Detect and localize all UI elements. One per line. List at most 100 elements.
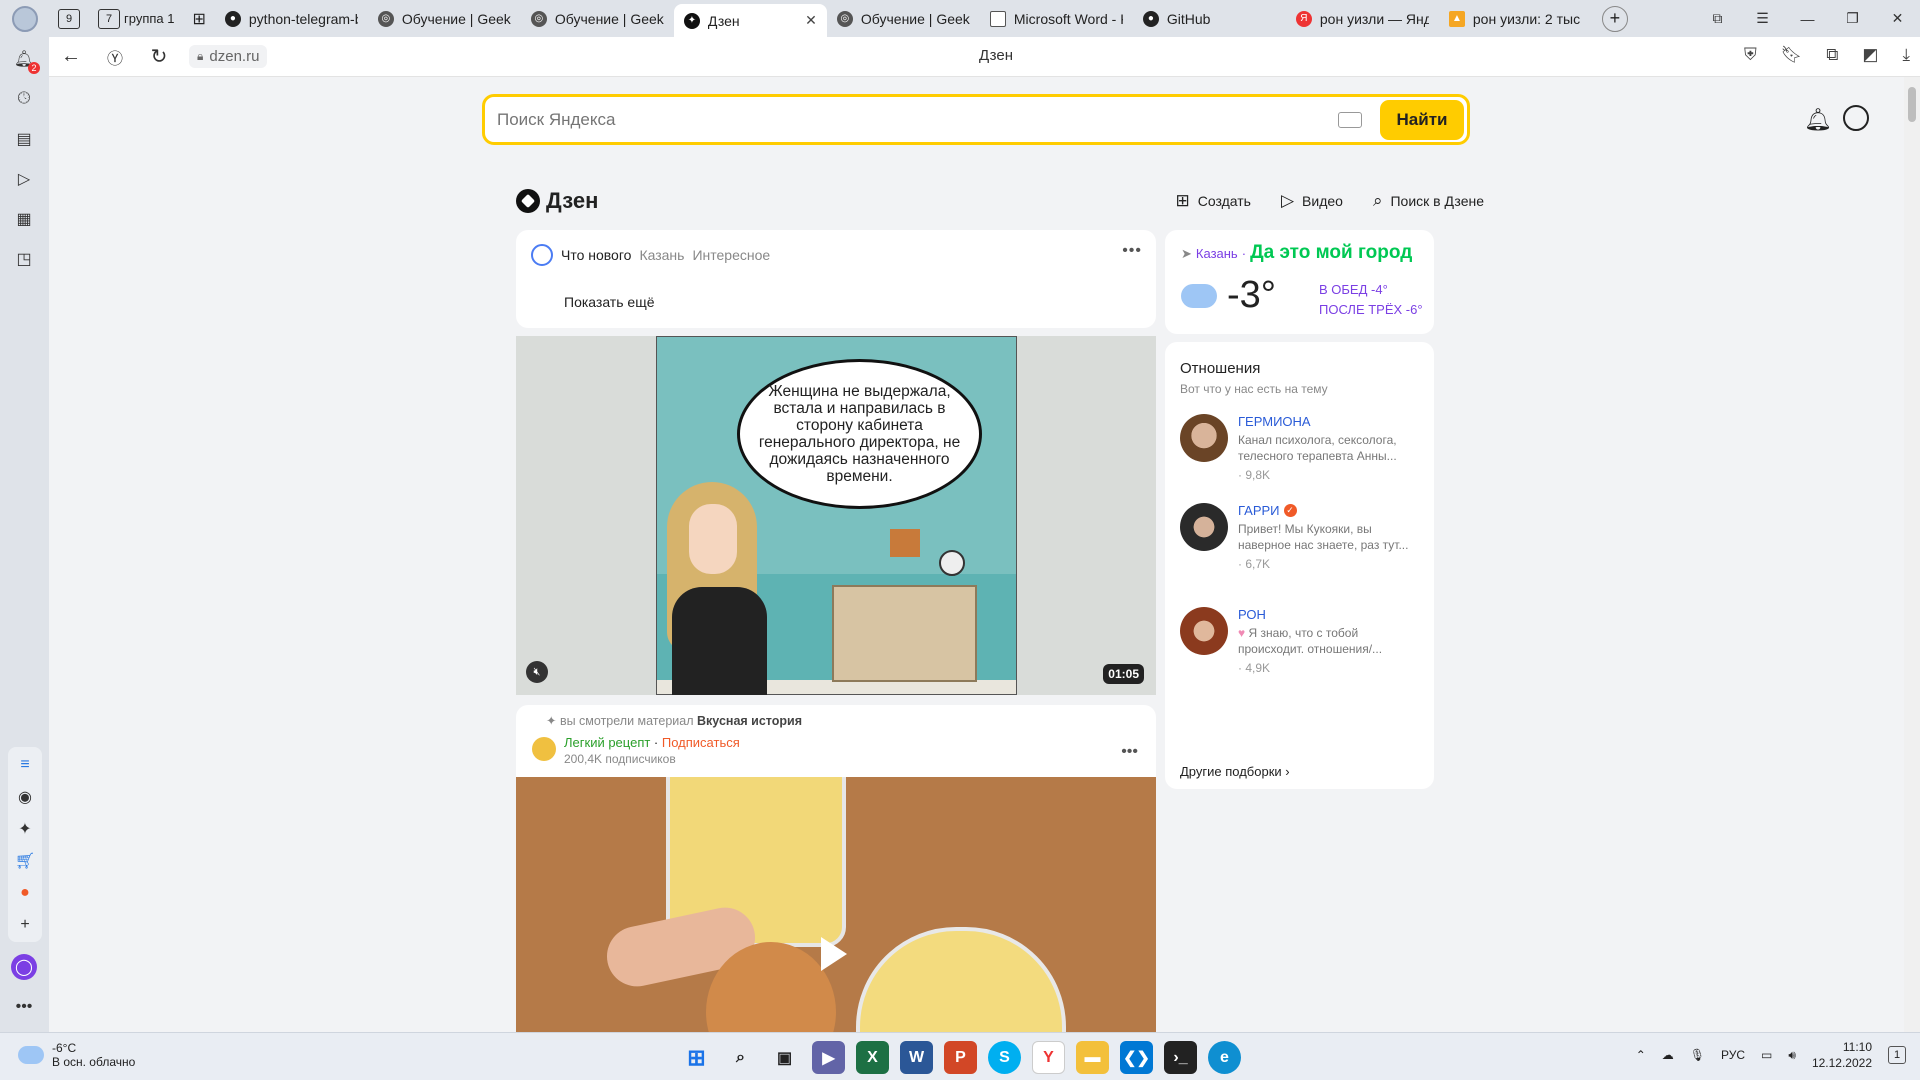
play-icon[interactable] [821,937,847,971]
other-collections-link[interactable]: Другие подборки › [1180,764,1290,779]
yandex-home-icon[interactable]: Ⓨ [93,45,137,69]
search-icon[interactable]: ⌕ [724,1041,757,1074]
taskbar-weather[interactable]: -6°C В осн. облачно [18,1041,135,1069]
cloud-icon [1181,284,1217,308]
tab-github[interactable]: ● GitHub [1133,4,1286,33]
download-icon[interactable]: ⤓ [1902,45,1910,65]
profile-icon[interactable] [1843,105,1869,131]
video-icon[interactable]: ▷ [12,167,36,191]
music-icon[interactable]: ● [13,881,37,905]
volume-icon[interactable]: 🔊︎ [1788,1048,1796,1063]
excel-icon[interactable]: X [856,1041,889,1074]
create-button[interactable]: ⊞ Создать [1175,191,1250,211]
subscribe-button[interactable]: Подписаться [662,735,740,750]
windows-start-icon[interactable]: ⊞ [680,1041,713,1074]
video-button[interactable]: ▷ Видео [1281,191,1343,211]
protect-icon[interactable]: ⛨ [1744,45,1757,65]
recipe-video-thumbnail[interactable] [516,777,1156,1035]
weather-widget[interactable]: ➤ Казань · Да это мой город -3° В ОБЕД -… [1165,230,1434,334]
profile-avatar-button[interactable] [0,0,49,37]
extension-icon[interactable]: ◩ [1862,45,1878,65]
messenger-icon[interactable]: ◉ [13,785,37,809]
author-name[interactable]: Легкий рецепт [564,735,650,750]
tab-yandex-search[interactable]: Ярон уизли — Янде [1286,4,1439,33]
restore-icon[interactable]: ❐ [1830,10,1875,27]
edge-icon[interactable]: e [1208,1041,1241,1074]
channel-item[interactable]: ГЕРМИОНА Канал психолога, сексолога, тел… [1180,414,1425,482]
market-icon[interactable]: 🛒︎ [13,849,37,873]
pinned-tabs-counter[interactable]: 9 [52,5,86,33]
dzen-search-button[interactable]: ⌕ Поиск в Дзене [1373,191,1484,211]
language-indicator[interactable]: РУС [1721,1048,1745,1062]
vscode-icon[interactable]: ❮❯ [1120,1041,1153,1074]
taskbar-clock[interactable]: 11:10 12.12.2022 [1812,1039,1872,1071]
more-options-icon[interactable]: ••• [1122,242,1142,260]
close-window-icon[interactable]: ✕ [1875,10,1920,27]
url-field[interactable]: 🔒︎ dzen.ru [189,45,268,68]
tab-word[interactable]: Microsoft Word - K [980,4,1133,33]
word-icon[interactable]: W [900,1041,933,1074]
menu-icon[interactable]: ☰ [1740,10,1785,27]
tab-python-telegram[interactable]: ● python-telegram-b [215,4,368,33]
dzen-logo[interactable]: Дзен [516,188,598,214]
page-scrollbar[interactable] [1904,77,1920,1032]
new-group-button[interactable]: ⊞ [186,5,211,33]
minimize-icon[interactable]: — [1785,11,1830,27]
more-icon[interactable]: ••• [12,995,36,1019]
more-options-icon[interactable]: ••• [1121,743,1138,761]
filter-kazan[interactable]: Казань [639,247,684,263]
search-button[interactable]: Найти [1380,99,1464,140]
avatar [11,5,38,32]
filter-whats-new[interactable]: Что нового [561,247,631,263]
collections-icon[interactable]: ⧉ [1826,45,1838,65]
add-app-icon[interactable]: + [13,913,37,937]
scrollbar-thumb[interactable] [1908,87,1916,122]
notifications-icon[interactable]: 🔔︎ 2 [12,47,40,74]
dzen-app-icon[interactable]: ✦ [13,817,37,841]
folder-plus-icon: ⊞ [192,10,206,28]
alice-icon[interactable]: ◯ [11,954,37,980]
terminal-icon[interactable]: ›_ [1164,1041,1197,1074]
keyboard-icon[interactable] [1338,111,1362,128]
author-avatar[interactable] [532,737,556,761]
chat-icon[interactable]: ▶ [812,1041,845,1074]
yandex-360-icon[interactable]: ≡ [13,753,37,777]
tab-bar: 9 7 группа 1 ⊞ ● python-telegram-b ◎ Обучен… [0,0,1920,37]
collections-icon[interactable]: ▤ [12,127,36,151]
tab-dzen[interactable]: ✦ Дзен ✕ [673,4,827,37]
weather-tray-icon[interactable]: ☁ [1662,1048,1674,1062]
tab-geekbrains-3[interactable]: ◎ Обучение | GeekB [827,4,980,33]
network-icon[interactable]: ▭ [1761,1048,1772,1062]
notification-center-icon[interactable]: 1 [1888,1046,1906,1064]
channel-item[interactable]: ГАРРИ ✓ Привет! Мы Кукояки, вы наверное н… [1180,503,1425,571]
powerpoint-icon[interactable]: P [944,1041,977,1074]
history-icon[interactable]: 🕓︎ [12,87,36,111]
mute-icon[interactable]: 🔇︎ [526,661,548,683]
video-card[interactable]: Женщина не выдержала, встала и направила… [516,336,1156,695]
task-view-icon[interactable]: ▣ [768,1041,801,1074]
chevron-up-icon[interactable]: ⌃ [1636,1048,1646,1062]
skype-icon[interactable]: S [988,1041,1021,1074]
tab-yandex-images[interactable]: ▲ рон уизли: 2 тыс и [1439,4,1592,33]
seen-title[interactable]: Вкусная история [697,714,802,728]
calendar-icon[interactable]: ▦ [12,207,36,231]
tab-group[interactable]: 7 группа 1 [92,5,180,33]
reload-icon[interactable]: ↻ [137,44,181,69]
bookmark-icon[interactable]: 🔖︎ [1781,45,1803,65]
tabs-panel-icon[interactable]: ⧉ [1695,10,1740,27]
close-icon[interactable]: ✕ [805,12,817,29]
bell-icon[interactable]: 🔔︎ [1804,107,1832,133]
back-icon[interactable]: ← [49,45,93,68]
location-arrow-icon: ➤ [1181,246,1192,261]
filter-interesting[interactable]: Интересное [692,247,770,263]
screenshot-icon[interactable]: ◳ [12,247,36,271]
new-tab-button[interactable]: + [1601,5,1628,32]
tab-geekbrains-1[interactable]: ◎ Обучение | GeekB [368,4,521,33]
yandex-browser-icon[interactable]: Y [1032,1041,1065,1074]
show-more-button[interactable]: Показать ещё [564,294,655,310]
tab-geekbrains-2[interactable]: ◎ Обучение | GeekB [521,4,674,33]
channel-item[interactable]: РОН ♥ Я знаю, что с тобой происходит. от… [1180,607,1425,675]
microphone-icon[interactable]: 🎙︎ [1690,1048,1705,1062]
search-input[interactable] [485,109,1338,130]
file-explorer-icon[interactable]: ▬ [1076,1041,1109,1074]
